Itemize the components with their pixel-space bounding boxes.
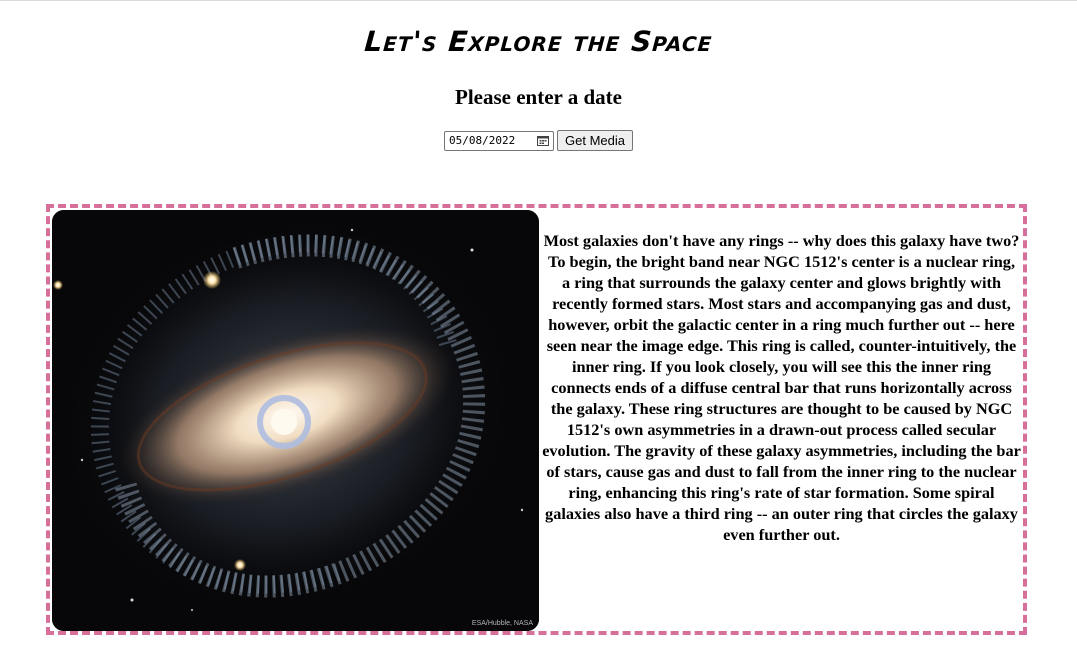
media-explanation: Most galaxies don't have any rings -- wh… <box>542 231 1021 544</box>
page-title: Let's Explore the Space <box>363 25 714 58</box>
calendar-icon[interactable] <box>537 135 549 146</box>
date-input[interactable]: 05/08/2022 <box>444 130 554 151</box>
media-card: ESA/Hubble, NASA Most galaxies don't hav… <box>46 204 1027 635</box>
page-subtitle: Please enter a date <box>455 85 622 109</box>
date-form: 05/08/2022 Get Media <box>0 130 1077 151</box>
top-divider <box>0 0 1077 1</box>
galaxy-image: ESA/Hubble, NASA <box>52 210 539 631</box>
get-media-button[interactable]: Get Media <box>557 130 633 151</box>
image-credit: ESA/Hubble, NASA <box>471 620 533 627</box>
date-value: 05/08/2022 <box>449 134 516 147</box>
